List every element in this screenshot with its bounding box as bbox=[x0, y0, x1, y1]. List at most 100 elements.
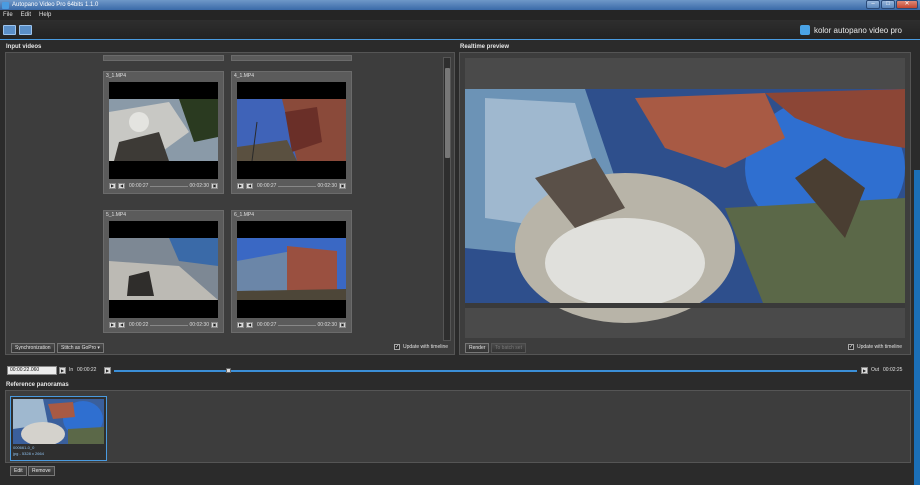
video-total-time: 00:02:30 bbox=[189, 322, 209, 328]
video-frame bbox=[109, 221, 218, 318]
in-label: In bbox=[69, 367, 74, 373]
video-frame bbox=[237, 82, 346, 179]
video-tile[interactable]: 3_1.MP4 ▶ ◀ 00:00:27 00:02:30 ▣ bbox=[103, 71, 224, 194]
reference-info: jpg - 5328 x 2664 bbox=[13, 451, 44, 456]
brand: kolor autopano video pro bbox=[799, 25, 902, 35]
video-total-time: 00:02:30 bbox=[317, 322, 337, 328]
scrollbar-thumb[interactable] bbox=[445, 68, 450, 158]
set-out-icon[interactable]: ▶ bbox=[861, 367, 868, 374]
play-icon[interactable]: ▶ bbox=[109, 183, 116, 189]
realtime-preview-panel: Render To batch set ✓ Update with timeli… bbox=[459, 52, 911, 355]
video-name: 5_1.MP4 bbox=[106, 212, 127, 218]
reference-panoramas-panel bbox=[5, 390, 911, 463]
video-frame bbox=[237, 221, 346, 318]
rewind-icon[interactable]: ◀ bbox=[118, 183, 125, 189]
video-tile[interactable]: 5_1.MP4 ▶ ◀ 00:00:22 00:02:30 ▣ bbox=[103, 210, 224, 333]
stitch-as-gopro-dropdown[interactable]: Stitch as GoPro ▾ bbox=[57, 343, 104, 353]
video-thumbnail-image bbox=[109, 82, 218, 179]
input-videos-scrollbar[interactable] bbox=[443, 57, 451, 341]
preview-update-with-timeline-toggle[interactable]: ✓ Update with timeline bbox=[848, 344, 902, 350]
video-thumbnail-image bbox=[109, 221, 218, 318]
fullscreen-icon[interactable]: ▣ bbox=[211, 183, 218, 189]
play-icon[interactable]: ▶ bbox=[237, 322, 244, 328]
menu-bar: File Edit Help bbox=[0, 10, 920, 20]
video-tile[interactable]: 6_1.MP4 ▶ ◀ 00:00:27 00:02:30 ▣ bbox=[231, 210, 352, 333]
menu-file[interactable]: File bbox=[3, 12, 13, 18]
fullscreen-icon[interactable]: ▣ bbox=[211, 322, 218, 328]
video-controls: ▶ ◀ 00:00:27 00:02:30 ▣ bbox=[109, 182, 218, 190]
chevron-down-icon: ▾ bbox=[97, 345, 100, 351]
timeline-playhead[interactable] bbox=[226, 368, 231, 373]
to-batch-set-button[interactable]: To batch set bbox=[491, 343, 526, 353]
rewind-icon[interactable]: ◀ bbox=[246, 183, 253, 189]
kolor-logo-icon bbox=[799, 25, 810, 35]
play-icon[interactable]: ▶ bbox=[237, 183, 244, 189]
rewind-icon[interactable]: ◀ bbox=[246, 322, 253, 328]
video-seek-slider[interactable] bbox=[150, 324, 188, 326]
checkbox-check-icon[interactable]: ✓ bbox=[848, 344, 854, 350]
video-thumbnail-image bbox=[237, 82, 346, 179]
app-icon bbox=[2, 1, 9, 9]
out-label: Out bbox=[871, 367, 880, 373]
video-seek-slider[interactable] bbox=[150, 185, 188, 187]
video-current-time: 00:00:27 bbox=[257, 322, 277, 328]
timeline-bar: 00:00:22.060 ▶ In 00:00:22 ▶ ▶ Out 00:02… bbox=[0, 364, 920, 378]
stitch-icon[interactable] bbox=[19, 25, 32, 35]
render-button[interactable]: Render bbox=[465, 343, 490, 353]
desktop-edge bbox=[914, 170, 920, 485]
menu-edit[interactable]: Edit bbox=[21, 12, 31, 18]
import-videos-icon[interactable] bbox=[3, 25, 16, 35]
video-name: 6_1.MP4 bbox=[234, 212, 255, 218]
reference-thumbnail bbox=[13, 399, 104, 444]
fullscreen-icon[interactable]: ▣ bbox=[339, 183, 346, 189]
edit-button[interactable]: Edit bbox=[10, 466, 27, 476]
realtime-preview-title: Realtime preview bbox=[460, 44, 510, 50]
video-total-time: 00:02:30 bbox=[189, 183, 209, 189]
toolbar: kolor autopano video pro bbox=[0, 20, 920, 40]
window-controls: – □ ✕ bbox=[865, 0, 918, 9]
out-time: 00:02:25 bbox=[883, 367, 903, 373]
rewind-icon[interactable]: ◀ bbox=[118, 322, 125, 328]
brand-text: kolor autopano video pro bbox=[813, 25, 902, 35]
set-in-icon[interactable]: ▶ bbox=[104, 367, 111, 374]
minimize-button[interactable]: – bbox=[866, 0, 880, 9]
window-title-bar: Autopano Video Pro 64bits 1.1.0 – □ ✕ bbox=[0, 0, 920, 10]
update-with-timeline-label: Update with timeline bbox=[403, 344, 449, 350]
video-name: 3_1.MP4 bbox=[106, 73, 127, 79]
stitch-dropdown-label: Stitch as GoPro bbox=[61, 345, 97, 351]
reference-name: 000661-0_0 bbox=[13, 445, 35, 450]
synchronization-button[interactable]: Synchronization bbox=[11, 343, 55, 353]
video-total-time: 00:02:30 bbox=[317, 183, 337, 189]
window-title: Autopano Video Pro 64bits 1.1.0 bbox=[12, 2, 99, 8]
video-current-time: 00:00:27 bbox=[129, 183, 149, 189]
timecode-value: 00:00:22.060 bbox=[10, 367, 40, 373]
timecode-input[interactable]: 00:00:22.060 bbox=[7, 366, 57, 375]
update-with-timeline-toggle[interactable]: ✓ Update with timeline bbox=[394, 344, 448, 350]
video-tile-partial bbox=[103, 55, 224, 61]
video-seek-slider[interactable] bbox=[278, 185, 316, 187]
maximize-button[interactable]: □ bbox=[881, 0, 895, 9]
preview-viewport[interactable] bbox=[465, 58, 905, 338]
video-current-time: 00:00:22 bbox=[129, 322, 149, 328]
input-videos-title: Input videos bbox=[6, 44, 42, 50]
fullscreen-icon[interactable]: ▣ bbox=[339, 322, 346, 328]
reference-panorama-item[interactable]: 000661-0_0 jpg - 5328 x 2664 bbox=[10, 396, 107, 461]
video-tile-partial bbox=[231, 55, 352, 61]
video-controls: ▶ ◀ 00:00:27 00:02:30 ▣ bbox=[237, 321, 346, 329]
remove-button[interactable]: Remove bbox=[28, 466, 55, 476]
preview-update-label: Update with timeline bbox=[857, 344, 903, 350]
reference-panoramas-title: Reference panoramas bbox=[6, 382, 69, 388]
video-seek-slider[interactable] bbox=[278, 324, 316, 326]
video-thumbnail-image bbox=[237, 221, 346, 318]
input-videos-panel: 3_1.MP4 ▶ ◀ 00:00:27 00:02:30 ▣ 4_1.MP4 bbox=[5, 52, 455, 355]
close-button[interactable]: ✕ bbox=[896, 0, 918, 9]
reference-thumbnail-image bbox=[13, 399, 104, 444]
video-controls: ▶ ◀ 00:00:22 00:02:30 ▣ bbox=[109, 321, 218, 329]
play-icon[interactable]: ▶ bbox=[109, 322, 116, 328]
video-tile[interactable]: 4_1.MP4 ▶ ◀ 00:00:27 00:02:30 ▣ bbox=[231, 71, 352, 194]
video-name: 4_1.MP4 bbox=[234, 73, 255, 79]
panorama-preview-image bbox=[465, 89, 905, 323]
menu-help[interactable]: Help bbox=[39, 12, 51, 18]
play-icon[interactable]: ▶ bbox=[59, 367, 66, 374]
checkbox-check-icon[interactable]: ✓ bbox=[394, 344, 400, 350]
